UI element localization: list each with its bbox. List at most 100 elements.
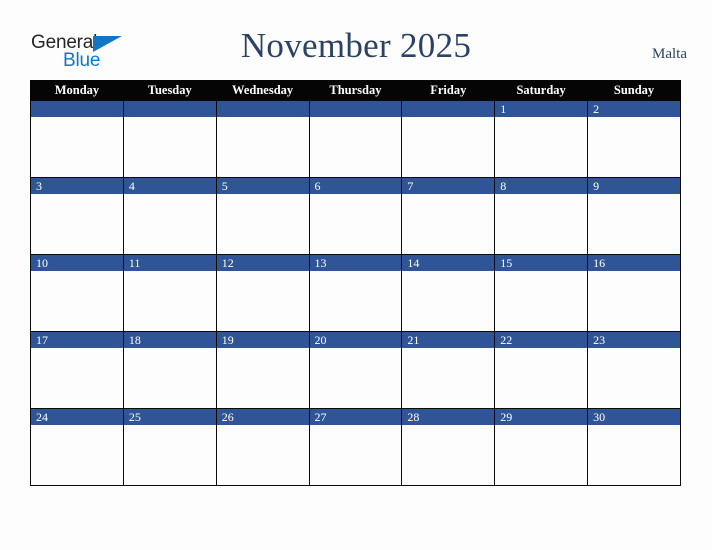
date-number: 16 [593,256,606,270]
date-number: 22 [500,333,513,347]
weekday-header-monday: Monday [30,80,124,101]
date-number: 5 [221,179,228,193]
date-bar: 23 [588,332,680,348]
day-notes-area[interactable] [123,271,216,331]
day-cell[interactable]: 9 [587,177,681,255]
day-notes-area[interactable] [216,271,309,331]
date-bar: 13 [309,255,402,271]
day-cell[interactable]: 18 [122,331,217,409]
date-bar: 19 [216,332,309,348]
day-cell[interactable]: 23 [587,331,681,409]
day-notes-area[interactable] [495,348,588,408]
week-row: 3 4 5 6 7 8 9 [30,177,681,255]
day-cell[interactable]: 8 [494,177,589,255]
day-cell[interactable]: 13 [308,254,403,332]
date-number: 9 [593,179,600,193]
day-cell[interactable]: 20 [308,331,403,409]
day-notes-area[interactable] [216,425,309,485]
day-cell[interactable]: 5 [215,177,310,255]
date-bar: 10 [31,255,123,271]
day-cell[interactable]: 30 [587,408,681,486]
day-notes-area[interactable] [123,194,216,254]
day-notes-area[interactable] [309,348,402,408]
day-cell[interactable]: 1 [494,100,589,178]
day-cell[interactable] [308,100,403,178]
day-cell[interactable] [30,100,124,178]
day-notes-area[interactable] [495,425,588,485]
date-number: 27 [314,410,327,424]
weekday-header-thursday: Thursday [308,80,403,101]
date-bar: 26 [216,409,309,425]
day-cell[interactable] [122,100,217,178]
day-notes-area[interactable] [309,425,402,485]
day-notes-area[interactable] [216,348,309,408]
day-notes-area[interactable] [123,425,216,485]
day-cell[interactable]: 28 [401,408,496,486]
day-cell[interactable]: 17 [30,331,124,409]
day-notes-area[interactable] [31,117,123,177]
day-cell[interactable]: 19 [215,331,310,409]
date-number: 21 [407,333,420,347]
date-number: 14 [407,256,420,270]
date-bar: 15 [495,255,588,271]
day-notes-area[interactable] [216,194,309,254]
day-notes-area[interactable] [588,348,680,408]
date-number: 1 [500,102,507,116]
day-notes-area[interactable] [31,194,123,254]
day-cell[interactable]: 16 [587,254,681,332]
weekday-header-saturday: Saturday [494,80,589,101]
day-notes-area[interactable] [588,271,680,331]
date-bar: 29 [495,409,588,425]
day-notes-area[interactable] [402,425,495,485]
date-bar: 28 [402,409,495,425]
day-notes-area[interactable] [309,194,402,254]
day-notes-area[interactable] [402,194,495,254]
day-cell[interactable]: 4 [122,177,217,255]
day-notes-area[interactable] [123,348,216,408]
day-cell[interactable]: 21 [401,331,496,409]
day-cell[interactable]: 27 [308,408,403,486]
day-cell[interactable]: 29 [494,408,589,486]
calendar-grid: Monday Tuesday Wednesday Thursday Friday… [30,80,681,486]
day-notes-area[interactable] [588,117,680,177]
day-notes-area[interactable] [402,271,495,331]
day-notes-area[interactable] [309,117,402,177]
day-cell[interactable]: 14 [401,254,496,332]
day-notes-area[interactable] [495,194,588,254]
day-cell[interactable]: 24 [30,408,124,486]
day-notes-area[interactable] [216,117,309,177]
weekday-header-tuesday: Tuesday [122,80,217,101]
day-cell[interactable]: 2 [587,100,681,178]
day-cell[interactable] [401,100,496,178]
date-number: 26 [221,410,234,424]
day-cell[interactable]: 12 [215,254,310,332]
date-number: 23 [593,333,606,347]
day-notes-area[interactable] [31,271,123,331]
day-notes-area[interactable] [402,117,495,177]
day-notes-area[interactable] [31,348,123,408]
date-number: 8 [500,179,507,193]
day-cell[interactable]: 25 [122,408,217,486]
day-cell[interactable]: 22 [494,331,589,409]
day-cell[interactable]: 3 [30,177,124,255]
day-notes-area[interactable] [495,117,588,177]
day-notes-area[interactable] [495,271,588,331]
day-notes-area[interactable] [309,271,402,331]
day-cell[interactable]: 26 [215,408,310,486]
day-cell[interactable]: 10 [30,254,124,332]
date-bar: 18 [123,332,216,348]
day-cell[interactable]: 11 [122,254,217,332]
day-notes-area[interactable] [123,117,216,177]
day-cell[interactable]: 7 [401,177,496,255]
date-number: 17 [36,333,48,347]
day-cell[interactable]: 6 [308,177,403,255]
day-notes-area[interactable] [31,425,123,485]
day-notes-area[interactable] [402,348,495,408]
page-title: November 2025 [240,26,472,65]
day-notes-area[interactable] [588,194,680,254]
day-cell[interactable] [215,100,310,178]
day-cell[interactable]: 15 [494,254,589,332]
weekday-header-friday: Friday [401,80,496,101]
date-number: 18 [128,333,141,347]
day-notes-area[interactable] [588,425,680,485]
